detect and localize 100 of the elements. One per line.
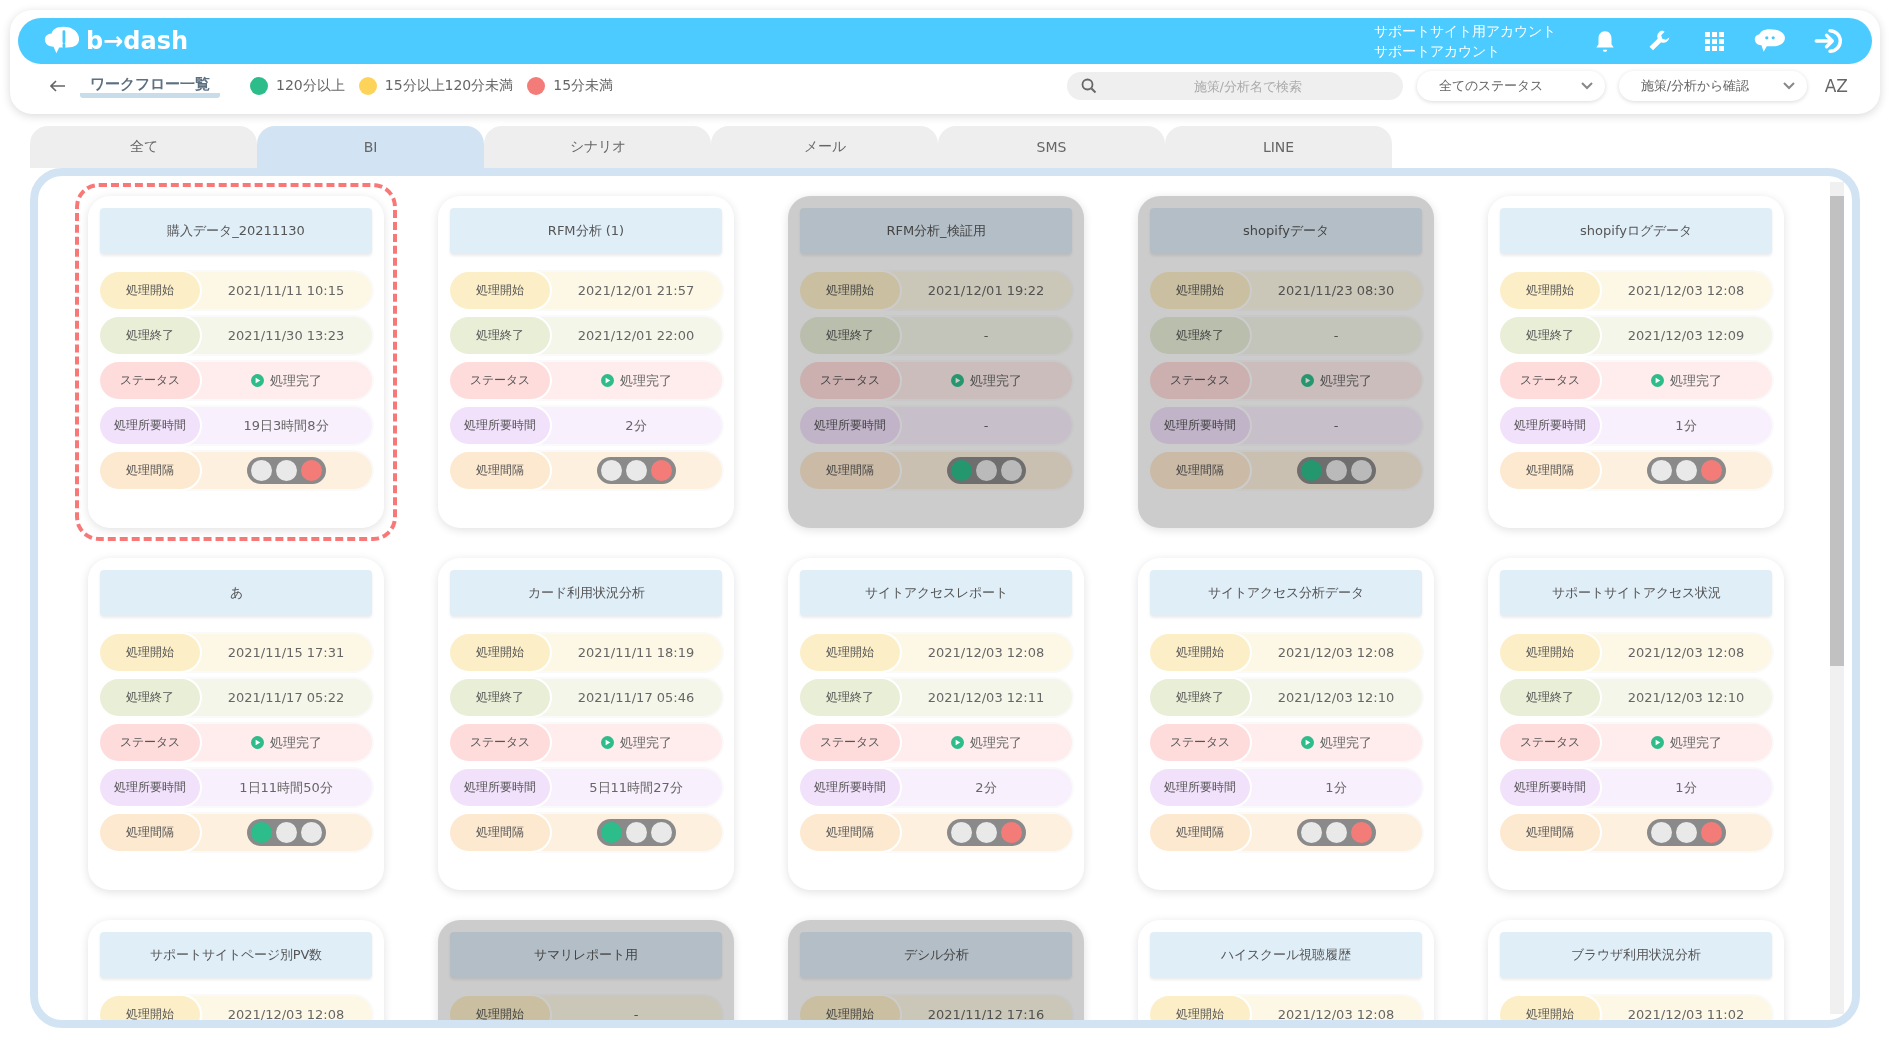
- workflow-card[interactable]: カード利用状況分析 処理開始 2021/11/11 18:19 処理終了 2021/11/17 05:46 ステータス 処理完了 処理所要時間 5日11時間27分 処理間隔: [425, 545, 747, 903]
- field-label: 処理所要時間: [100, 769, 200, 806]
- field-label: 処理間隔: [100, 452, 200, 489]
- field-label: 処理終了: [800, 317, 900, 354]
- field-value: 2021/12/03 12:09: [1627, 328, 1745, 343]
- field-value: 1分: [1675, 778, 1697, 797]
- field-value: 処理完了: [619, 371, 672, 390]
- field-label: 処理所要時間: [450, 407, 550, 444]
- field-value: 処理完了: [619, 733, 672, 752]
- field-label: 処理開始: [100, 634, 200, 671]
- card-title: サイトアクセスレポート: [800, 570, 1072, 616]
- card-title: shopifyログデータ: [1500, 208, 1772, 254]
- field-value: 2021/12/03 12:10: [1277, 690, 1395, 705]
- tab[interactable]: BI: [257, 126, 484, 168]
- field-value: 2021/12/03 12:08: [227, 1007, 345, 1020]
- field-label: 処理開始: [450, 634, 550, 671]
- field-label: 処理開始: [100, 272, 200, 309]
- field-label: 処理開始: [800, 996, 900, 1020]
- card-title: カード利用状況分析: [450, 570, 722, 616]
- play-icon: [1300, 736, 1314, 749]
- field-label: 処理終了: [450, 679, 550, 716]
- field-value: 2021/12/03 12:08: [1627, 283, 1745, 298]
- status-dropdown[interactable]: 全てのステータス: [1416, 71, 1605, 101]
- field-value: 2021/12/01 21:57: [577, 283, 695, 298]
- field-label: 処理所要時間: [800, 769, 900, 806]
- field-label: 処理間隔: [800, 452, 900, 489]
- field-label: 処理開始: [1500, 272, 1600, 309]
- workflow-card[interactable]: サポートサイトページ別PV数 処理開始 2021/12/03 12:08: [75, 907, 397, 1020]
- field-label: ステータス: [100, 362, 200, 399]
- back-arrow-icon[interactable]: [50, 80, 66, 92]
- field-label: ステータス: [800, 724, 900, 761]
- field-value: 2021/11/11 18:19: [577, 645, 695, 660]
- field-value: 2021/12/01 19:22: [927, 283, 1045, 298]
- field-label: 処理所要時間: [1150, 769, 1250, 806]
- legend-label: 120分以上: [276, 77, 345, 95]
- scrollbar[interactable]: [1830, 182, 1844, 1014]
- workflow-card[interactable]: RFM分析 (1) 処理開始 2021/12/01 21:57 処理終了 2021/12/01 22:00 ステータス 処理完了 処理所要時間 2分 処理間隔: [425, 183, 747, 541]
- field-value: 2021/12/03 12:11: [927, 690, 1045, 705]
- field-label: 処理開始: [450, 996, 550, 1020]
- workflow-card[interactable]: サイトアクセス分析データ 処理開始 2021/12/03 12:08 処理終了 2021/12/03 12:10 ステータス 処理完了 処理所要時間 1分 処理間隔: [1125, 545, 1447, 903]
- field-label: 処理間隔: [100, 814, 200, 851]
- field-value: 2021/12/03 12:08: [927, 645, 1045, 660]
- workflow-card[interactable]: サポートサイトアクセス状況 処理開始 2021/12/03 12:08 処理終了 2021/12/03 12:10 ステータス 処理完了 処理所要時間 1分 処理間隔: [1475, 545, 1797, 903]
- tab[interactable]: メール: [711, 126, 938, 168]
- play-icon: [600, 736, 614, 749]
- card-title: デシル分析: [800, 932, 1072, 978]
- field-value: 2021/11/30 13:23: [227, 328, 345, 343]
- field-value: 2021/11/12 17:16: [927, 1007, 1045, 1020]
- field-label: 処理終了: [1150, 317, 1250, 354]
- play-icon: [250, 736, 264, 749]
- workflow-card[interactable]: ブラウザ利用状況分析 処理開始 2021/12/03 11:02: [1475, 907, 1797, 1020]
- sort-button[interactable]: AZ: [1820, 76, 1852, 96]
- field-value: 2021/11/17 05:46: [577, 690, 695, 705]
- field-label: 処理終了: [100, 317, 200, 354]
- workflow-card[interactable]: ハイスクール視聴履歴 処理開始 2021/12/03 12:08: [1125, 907, 1447, 1020]
- field-value: 2021/12/03 12:10: [1627, 690, 1745, 705]
- tab[interactable]: LINE: [1165, 126, 1392, 168]
- field-label: 処理開始: [1150, 272, 1250, 309]
- card-title: RFM分析 (1): [450, 208, 722, 254]
- field-label: 処理所要時間: [800, 407, 900, 444]
- field-label: ステータス: [1500, 724, 1600, 761]
- card-title: サマリレポート用: [450, 932, 722, 978]
- card-title: サイトアクセス分析データ: [1150, 570, 1422, 616]
- field-value: -: [1333, 418, 1339, 433]
- field-value: 処理完了: [269, 733, 322, 752]
- field-label: 処理間隔: [1500, 814, 1600, 851]
- field-label: 処理間隔: [450, 814, 550, 851]
- field-value: 2021/11/23 08:30: [1277, 283, 1395, 298]
- field-label: 処理開始: [800, 272, 900, 309]
- workflow-card[interactable]: サイトアクセスレポート 処理開始 2021/12/03 12:08 処理終了 2021/12/03 12:11 ステータス 処理完了 処理所要時間 2分 処理間隔: [775, 545, 1097, 903]
- workflow-card[interactable]: 購入データ_20211130 処理開始 2021/11/11 10:15 処理終了 2021/11/30 13:23 ステータス 処理完了 処理所要時間 19日3時間8分 処理間隔: [75, 183, 397, 541]
- field-label: 処理開始: [1150, 634, 1250, 671]
- source-dropdown[interactable]: 施策/分析から確認: [1618, 71, 1807, 101]
- tab[interactable]: シナリオ: [484, 126, 711, 168]
- tab[interactable]: SMS: [938, 126, 1165, 168]
- card-title: サポートサイトページ別PV数: [100, 932, 372, 978]
- play-icon: [950, 374, 964, 387]
- field-label: ステータス: [100, 724, 200, 761]
- tab[interactable]: 全て: [30, 126, 257, 168]
- page-title: ワークフロー一覧: [80, 74, 220, 98]
- search-input[interactable]: 施策/分析名で検索: [1106, 77, 1389, 95]
- play-icon: [1300, 374, 1314, 387]
- field-value: 1分: [1675, 416, 1697, 435]
- field-label: 処理間隔: [800, 814, 900, 851]
- field-value: 2021/12/03 12:08: [1627, 645, 1745, 660]
- chevron-icon: [1782, 82, 1795, 90]
- apps-grid-icon[interactable]: [1702, 29, 1726, 53]
- workflow-card[interactable]: あ 処理開始 2021/11/15 17:31 処理終了 2021/11/17 05:22 ステータス 処理完了 処理所要時間 1日11時間50分 処理間隔: [75, 545, 397, 903]
- field-label: 処理間隔: [450, 452, 550, 489]
- card-title: サポートサイトアクセス状況: [1500, 570, 1772, 616]
- field-value: 処理完了: [1669, 371, 1722, 390]
- search-icon: [1080, 78, 1097, 94]
- search-field[interactable]: 施策/分析名で検索: [1066, 72, 1403, 100]
- field-value: 2021/12/03 11:02: [1627, 1007, 1745, 1020]
- workflow-card[interactable]: shopifyログデータ 処理開始 2021/12/03 12:08 処理終了 2021/12/03 12:09 ステータス 処理完了 処理所要時間 1分 処理間隔: [1475, 183, 1797, 541]
- legend-label: 15分未満: [553, 77, 614, 95]
- field-value: 1日11時間50分: [239, 778, 333, 797]
- card-title: shopifyデータ: [1150, 208, 1422, 254]
- field-label: ステータス: [800, 362, 900, 399]
- card-title: 購入データ_20211130: [100, 208, 372, 254]
